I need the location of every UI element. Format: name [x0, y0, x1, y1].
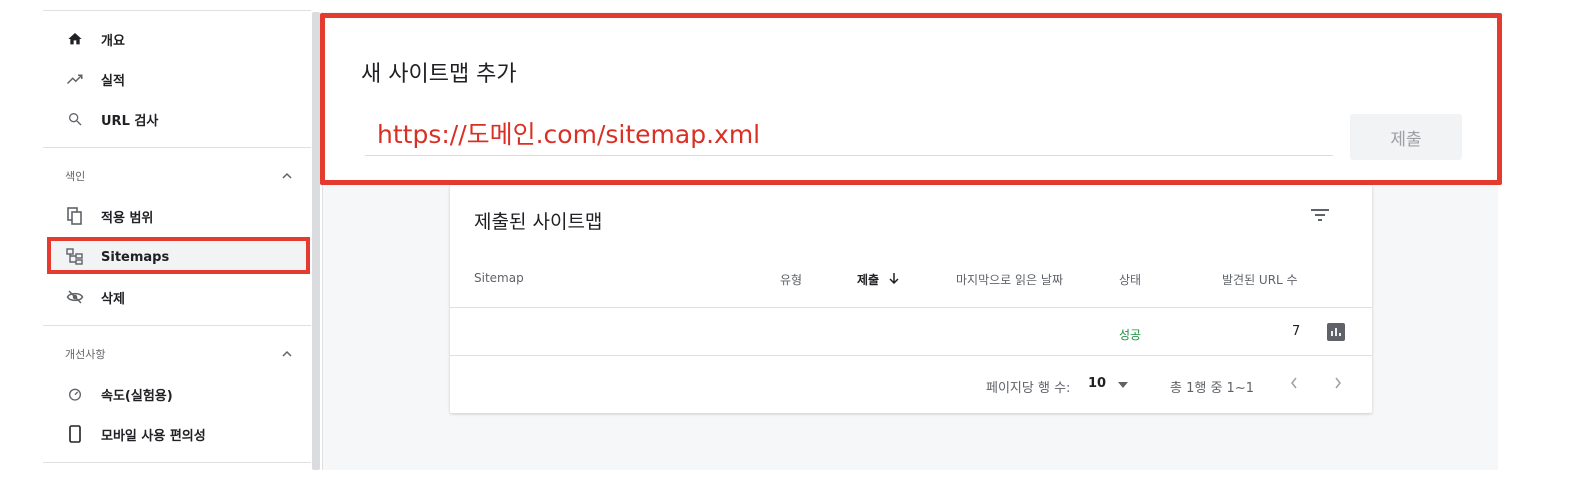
section-enhancements-label: 개선사항 — [65, 348, 106, 361]
eye-off-icon — [65, 287, 85, 307]
sidebar-item-overview[interactable]: 개요 — [43, 21, 311, 57]
sidebar-item-label: Sitemaps — [101, 249, 170, 265]
filter-icon[interactable] — [1310, 207, 1332, 225]
chevron-right-icon[interactable] — [1334, 374, 1342, 393]
rows-per-page-label: 페이지당 행 수: — [986, 381, 1071, 396]
sidebar-top-divider — [43, 10, 311, 11]
section-index-header[interactable]: 색인 — [65, 166, 293, 186]
sidebar-item-label: URL 검사 — [101, 113, 159, 129]
sidebar-item-label: 모바일 사용 편의성 — [101, 428, 206, 444]
pagination-range: 총 1행 중 1~1 — [1170, 381, 1254, 396]
sidebar-scrollbar[interactable] — [312, 12, 320, 470]
dropdown-arrow-icon[interactable] — [1118, 378, 1128, 391]
sitemap-url-input[interactable] — [365, 110, 1333, 156]
header-divider — [450, 307, 1372, 308]
copy-icon — [65, 206, 85, 226]
sidebar-item-label: 삭제 — [101, 291, 125, 307]
sidebar-item-url-inspection[interactable]: URL 검사 — [43, 101, 311, 137]
sidebar-item-label: 속도(실험용) — [101, 388, 173, 404]
column-header-submitted[interactable]: 제출 — [857, 271, 899, 288]
add-sitemap-card: 새 사이트맵 추가 제출 — [320, 13, 1502, 185]
submitted-sitemaps-card: 제출된 사이트맵 Sitemap 유형 제출 마지막으로 읽은 날짜 상태 발견… — [450, 185, 1372, 413]
home-icon — [65, 29, 85, 49]
add-sitemap-title: 새 사이트맵 추가 — [361, 62, 517, 87]
sidebar-item-speed[interactable]: 속도(실험용) — [43, 376, 311, 412]
column-header-sitemap[interactable]: Sitemap — [474, 271, 524, 285]
mobile-icon — [65, 424, 85, 444]
sidebar-item-label: 적용 범위 — [101, 210, 154, 226]
sidebar-item-label: 개요 — [101, 33, 125, 49]
column-header-submitted-label: 제출 — [857, 273, 880, 287]
sidebar-item-mobile-usability[interactable]: 모바일 사용 편의성 — [43, 416, 311, 452]
chevron-left-icon[interactable] — [1290, 374, 1298, 393]
sidebar-item-label: 실적 — [101, 73, 125, 89]
sidebar-item-performance[interactable]: 실적 — [43, 61, 311, 97]
column-header-discovered-urls[interactable]: 발견된 URL 수 — [1222, 271, 1298, 288]
sidebar-item-removals[interactable]: 삭제 — [43, 279, 311, 315]
rows-per-page-value[interactable]: 10 — [1088, 376, 1106, 391]
discovered-url-count: 7 — [1292, 324, 1301, 339]
section-index-label: 색인 — [65, 170, 86, 183]
row-divider — [450, 355, 1372, 356]
sidebar-item-sitemaps[interactable]: Sitemaps — [43, 239, 311, 275]
chevron-up-icon — [281, 169, 293, 183]
status-success: 성공 — [1119, 328, 1142, 342]
column-header-last-read[interactable]: 마지막으로 읽은 날짜 — [956, 271, 1063, 288]
submitted-sitemaps-title: 제출된 사이트맵 — [474, 211, 603, 233]
section-divider — [43, 147, 311, 148]
section-enhancements-header[interactable]: 개선사항 — [65, 344, 293, 364]
submit-button[interactable]: 제출 — [1350, 114, 1462, 160]
speed-gauge-icon — [65, 384, 85, 404]
sitemap-icon — [65, 247, 85, 267]
column-header-status[interactable]: 상태 — [1119, 271, 1141, 288]
bar-chart-icon[interactable] — [1327, 323, 1345, 341]
chevron-up-icon — [281, 347, 293, 361]
arrow-down-icon — [889, 273, 899, 287]
search-icon — [65, 109, 85, 129]
sidebar-item-coverage[interactable]: 적용 범위 — [43, 198, 311, 234]
column-header-type[interactable]: 유형 — [780, 271, 802, 288]
trending-up-icon — [65, 69, 85, 89]
